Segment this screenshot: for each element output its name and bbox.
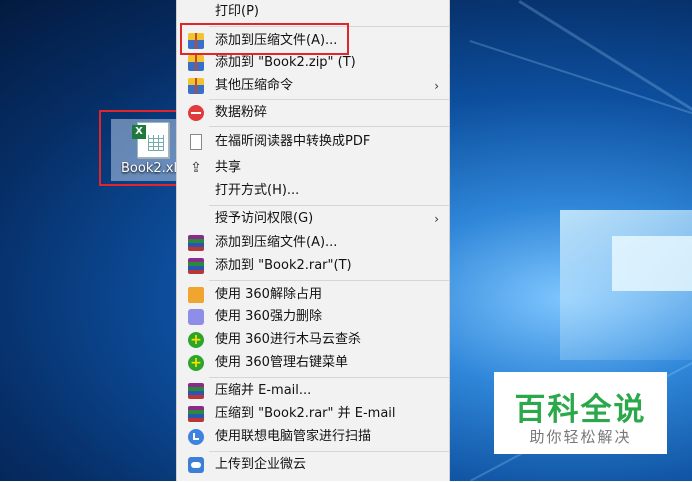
menu-item-rar-add-book2[interactable]: 添加到 "Book2.rar"(T) (177, 255, 449, 277)
menu-separator (209, 205, 449, 206)
menu-item-label: 授予访问权限(G) (215, 211, 314, 226)
watermark-subtitle: 助你轻松解决 (529, 428, 632, 446)
watermark-logo: 百科全说 助你轻松解决 (494, 372, 667, 454)
menu-item-label: 打开方式(H)... (215, 183, 300, 198)
menu-item-share[interactable]: ⇪ 共享 (177, 157, 449, 179)
menu-item-convert-pdf[interactable]: 在福昕阅读器中转换成PDF (177, 131, 449, 153)
menu-item-label: 使用 360管理右键菜单 (215, 355, 348, 370)
menu-item-add-to-zip[interactable]: 添加到 "Book2.zip" (T) (177, 52, 449, 74)
menu-separator (209, 451, 449, 452)
menu-item-360-trojan-scan[interactable]: 使用 360进行木马云查杀 (177, 329, 449, 351)
menu-item-upload-weiyun[interactable]: 上传到企业微云 (177, 454, 449, 476)
menu-separator (209, 99, 449, 100)
menu-item-label: 压缩到 "Book2.rar" 并 E-mail (215, 406, 396, 421)
lenovo-scan-icon (188, 429, 204, 445)
menu-item-label: 添加到 "Book2.rar"(T) (215, 258, 352, 273)
menu-separator (209, 377, 449, 378)
menu-item-label: 上传到企业微云 (215, 457, 307, 472)
context-menu: 打印(P) 添加到压缩文件(A)... 添加到 "Book2.zip" (T) … (176, 0, 450, 481)
menu-item-360-manage[interactable]: 使用 360管理右键菜单 (177, 352, 449, 374)
menu-separator (209, 280, 449, 281)
menu-item-360-unlock[interactable]: 使用 360解除占用 (177, 284, 449, 306)
menu-item-compress-email[interactable]: 压缩并 E-mail... (177, 380, 449, 402)
menu-item-label: 添加到 "Book2.zip" (T) (215, 55, 356, 70)
menu-item-grant-access[interactable]: 授予访问权限(G) › (177, 208, 449, 230)
360-unlock-icon (188, 287, 204, 303)
winrar-icon (188, 235, 204, 251)
shred-icon (188, 105, 204, 121)
menu-item-label: 压缩并 E-mail... (215, 383, 312, 398)
pdf-convert-icon (190, 134, 202, 150)
menu-item-label: 数据粉碎 (215, 105, 268, 120)
menu-separator (209, 126, 449, 127)
menu-item-label: 使用联想电脑管家进行扫描 (215, 429, 372, 444)
360-delete-icon (188, 309, 204, 325)
menu-item-rar-add-archive[interactable]: 添加到压缩文件(A)... (177, 232, 449, 254)
menu-item-label: 添加到压缩文件(A)... (215, 235, 338, 250)
zip-archive-icon (188, 55, 204, 71)
light-beam (518, 0, 692, 141)
menu-item-data-shred[interactable]: 数据粉碎 (177, 102, 449, 124)
chevron-right-icon: › (434, 79, 439, 93)
menu-item-print[interactable]: 打印(P) (177, 1, 449, 23)
winrar-icon (188, 383, 204, 399)
window-logo-pane (612, 236, 692, 291)
menu-item-label: 在福昕阅读器中转换成PDF (215, 134, 371, 149)
menu-item-other-compress[interactable]: 其他压缩命令 › (177, 75, 449, 97)
winrar-icon (188, 406, 204, 422)
winrar-icon (188, 258, 204, 274)
menu-item-360-delete[interactable]: 使用 360强力删除 (177, 306, 449, 328)
menu-item-label: 使用 360解除占用 (215, 287, 322, 302)
menu-item-label: 打印(P) (215, 4, 259, 19)
menu-item-compress-rar-email[interactable]: 压缩到 "Book2.rar" 并 E-mail (177, 403, 449, 425)
menu-item-lenovo-scan[interactable]: 使用联想电脑管家进行扫描 (177, 426, 449, 448)
menu-item-open-with[interactable]: 打开方式(H)... (177, 180, 449, 202)
share-icon: ⇪ (190, 160, 202, 176)
360-manage-icon (188, 352, 204, 374)
watermark-title: 百科全说 (514, 392, 647, 428)
menu-item-label: 共享 (215, 160, 242, 175)
zip-archive-icon (188, 78, 204, 94)
menu-highlight-box (180, 23, 349, 55)
menu-item-label: 其他压缩命令 (215, 78, 294, 93)
360-scan-icon (188, 329, 204, 351)
chevron-right-icon: › (434, 212, 439, 226)
weiyun-cloud-icon (188, 457, 204, 473)
menu-item-label: 使用 360进行木马云查杀 (215, 332, 361, 347)
menu-item-label: 使用 360强力删除 (215, 309, 322, 324)
